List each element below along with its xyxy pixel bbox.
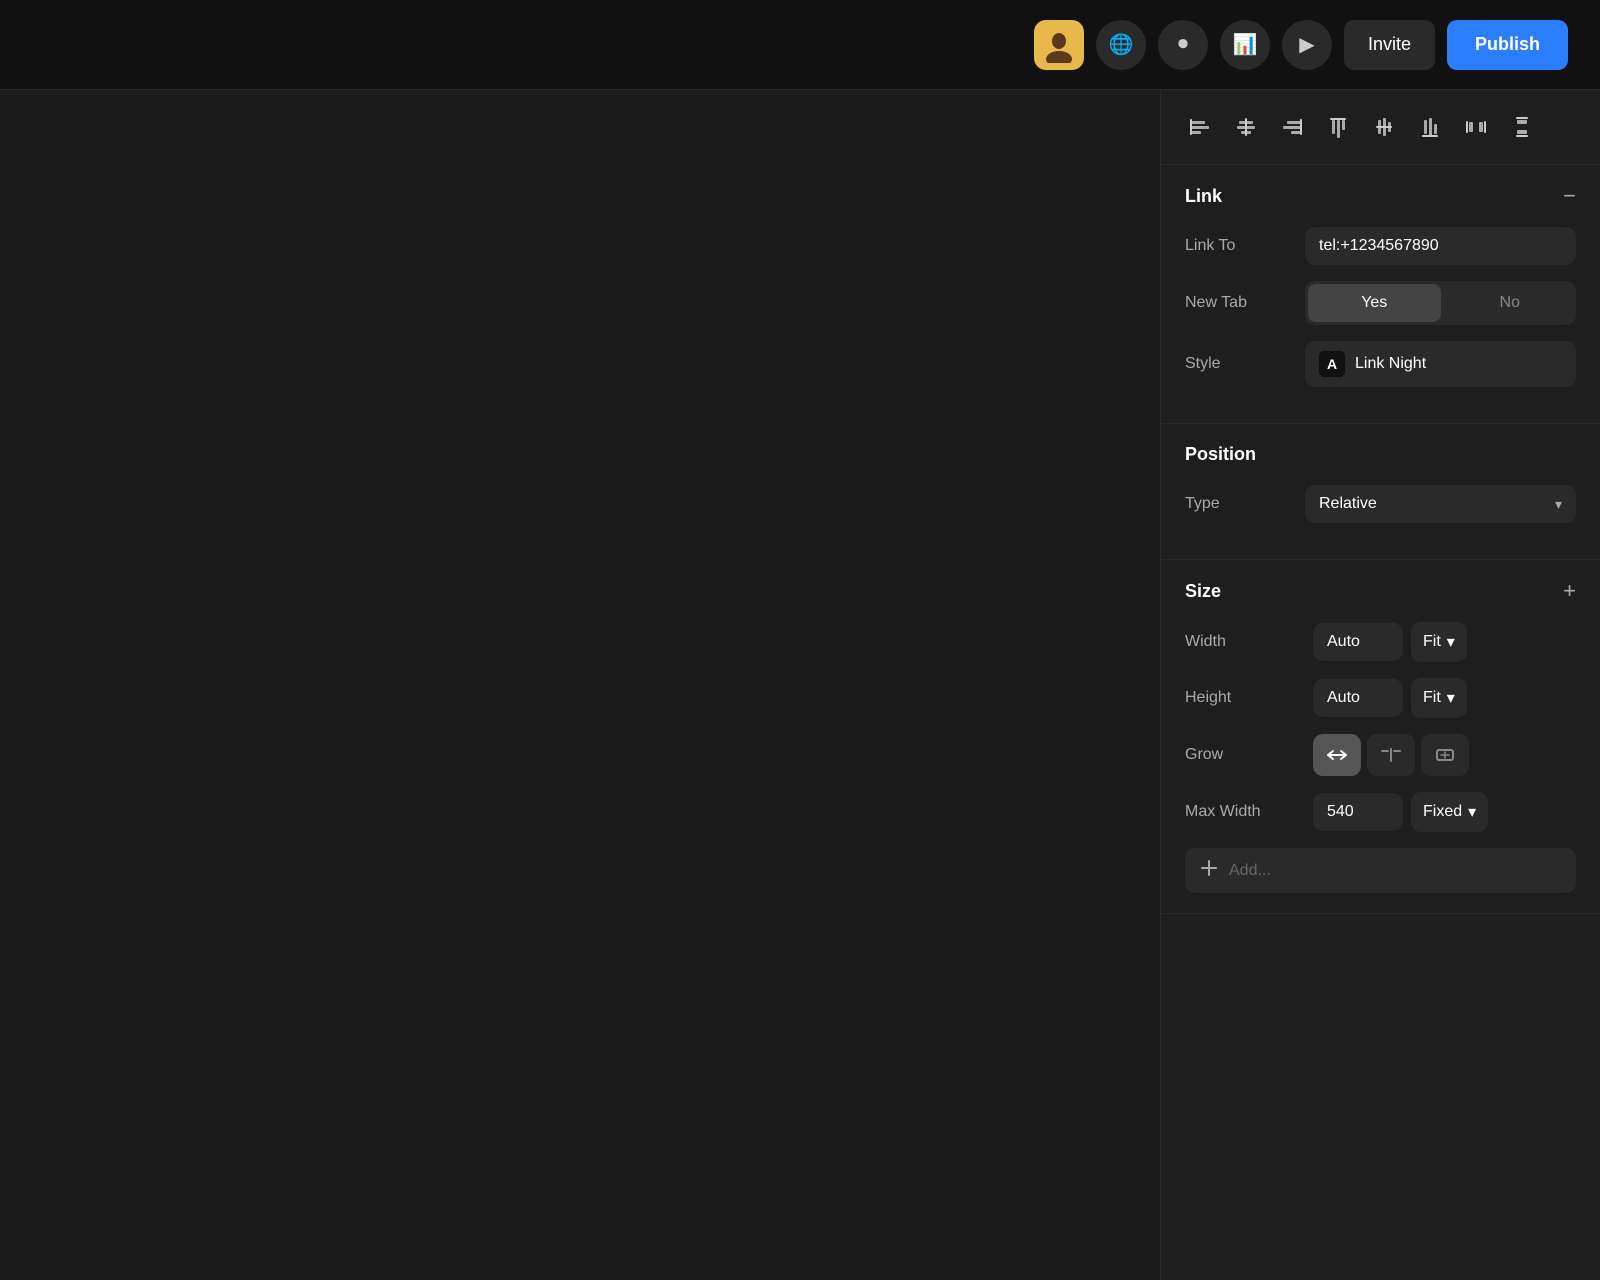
position-section: Position Type Relative ▾ bbox=[1161, 424, 1600, 560]
width-row: Width Fit ▾ bbox=[1185, 622, 1576, 662]
add-constraint-row[interactable]: Add... bbox=[1185, 848, 1576, 893]
max-width-unit-value: Fixed bbox=[1423, 803, 1462, 821]
add-placeholder: Add... bbox=[1229, 862, 1271, 880]
new-tab-label: New Tab bbox=[1185, 294, 1305, 312]
max-width-unit-chevron: ▾ bbox=[1468, 802, 1476, 822]
canvas-area[interactable] bbox=[0, 90, 1160, 1280]
height-unit-chevron: ▾ bbox=[1447, 688, 1455, 708]
new-tab-toggle-group: Yes No bbox=[1305, 281, 1576, 325]
new-tab-no-button[interactable]: No bbox=[1444, 281, 1577, 325]
height-row: Height Fit ▾ bbox=[1185, 678, 1576, 718]
analytics-button[interactable]: 📊 bbox=[1220, 20, 1270, 70]
height-unit-value: Fit bbox=[1423, 689, 1441, 707]
invite-button[interactable]: Invite bbox=[1344, 20, 1435, 70]
style-selector[interactable]: A Link Night bbox=[1305, 341, 1576, 387]
size-section: Size + Width Fit ▾ Height Fit ▾ bbox=[1161, 560, 1600, 914]
align-right-button[interactable] bbox=[1273, 108, 1311, 146]
right-panel: Link − Link To New Tab Yes No Style bbox=[1160, 90, 1600, 1280]
width-unit-chevron: ▾ bbox=[1447, 632, 1455, 652]
position-type-dropdown[interactable]: Relative ▾ bbox=[1305, 485, 1576, 523]
position-section-header: Position bbox=[1185, 444, 1576, 465]
width-unit-value: Fit bbox=[1423, 633, 1441, 651]
height-input[interactable] bbox=[1313, 679, 1403, 717]
link-section-header: Link − bbox=[1185, 185, 1576, 207]
width-unit-dropdown[interactable]: Fit ▾ bbox=[1411, 622, 1467, 662]
topbar: 🌐 ⏺ 📊 ▶ Invite Publish bbox=[0, 0, 1600, 90]
grow-row: Grow bbox=[1185, 734, 1576, 776]
link-to-input[interactable] bbox=[1305, 227, 1576, 265]
link-to-row: Link To bbox=[1185, 227, 1576, 265]
style-label: Style bbox=[1185, 355, 1305, 373]
size-section-header: Size + bbox=[1185, 580, 1576, 602]
size-section-title: Size bbox=[1185, 581, 1221, 602]
publish-button[interactable]: Publish bbox=[1447, 20, 1568, 70]
grow-fill-button[interactable] bbox=[1421, 734, 1469, 776]
align-toolbar bbox=[1161, 90, 1600, 165]
record-button[interactable]: ⏺ bbox=[1158, 20, 1208, 70]
align-left-button[interactable] bbox=[1181, 108, 1219, 146]
max-width-unit-dropdown[interactable]: Fixed ▾ bbox=[1411, 792, 1488, 832]
style-icon: A bbox=[1319, 351, 1345, 377]
width-label: Width bbox=[1185, 633, 1305, 651]
position-section-title: Position bbox=[1185, 444, 1256, 465]
height-unit-dropdown[interactable]: Fit ▾ bbox=[1411, 678, 1467, 718]
size-section-add[interactable]: + bbox=[1563, 580, 1576, 602]
max-width-label: Max Width bbox=[1185, 803, 1305, 821]
distribute-h-button[interactable] bbox=[1457, 108, 1495, 146]
user-avatar[interactable] bbox=[1034, 20, 1084, 70]
grow-group bbox=[1313, 734, 1469, 776]
max-width-row: Max Width Fixed ▾ bbox=[1185, 792, 1576, 832]
style-name: Link Night bbox=[1355, 355, 1426, 373]
link-section-collapse[interactable]: − bbox=[1563, 185, 1576, 207]
globe-button[interactable]: 🌐 bbox=[1096, 20, 1146, 70]
link-to-label: Link To bbox=[1185, 237, 1305, 255]
position-type-chevron: ▾ bbox=[1555, 496, 1562, 513]
add-row-icon bbox=[1199, 858, 1219, 883]
link-section: Link − Link To New Tab Yes No Style bbox=[1161, 165, 1600, 424]
align-bottom-button[interactable] bbox=[1411, 108, 1449, 146]
position-type-row: Type Relative ▾ bbox=[1185, 485, 1576, 523]
position-type-label: Type bbox=[1185, 495, 1305, 513]
align-center-h-button[interactable] bbox=[1227, 108, 1265, 146]
align-center-v-button[interactable] bbox=[1365, 108, 1403, 146]
max-width-input[interactable] bbox=[1313, 793, 1403, 831]
style-row: Style A Link Night bbox=[1185, 341, 1576, 387]
width-input[interactable] bbox=[1313, 623, 1403, 661]
position-type-value: Relative bbox=[1319, 495, 1377, 513]
distribute-v-button[interactable] bbox=[1503, 108, 1541, 146]
grow-label: Grow bbox=[1185, 746, 1305, 764]
new-tab-yes-button[interactable]: Yes bbox=[1308, 284, 1441, 322]
main-content: Link − Link To New Tab Yes No Style bbox=[0, 90, 1600, 1280]
play-button[interactable]: ▶ bbox=[1282, 20, 1332, 70]
new-tab-row: New Tab Yes No bbox=[1185, 281, 1576, 325]
height-label: Height bbox=[1185, 689, 1305, 707]
link-section-title: Link bbox=[1185, 186, 1222, 207]
grow-shrink-button[interactable] bbox=[1367, 734, 1415, 776]
grow-expand-button[interactable] bbox=[1313, 734, 1361, 776]
align-top-button[interactable] bbox=[1319, 108, 1357, 146]
